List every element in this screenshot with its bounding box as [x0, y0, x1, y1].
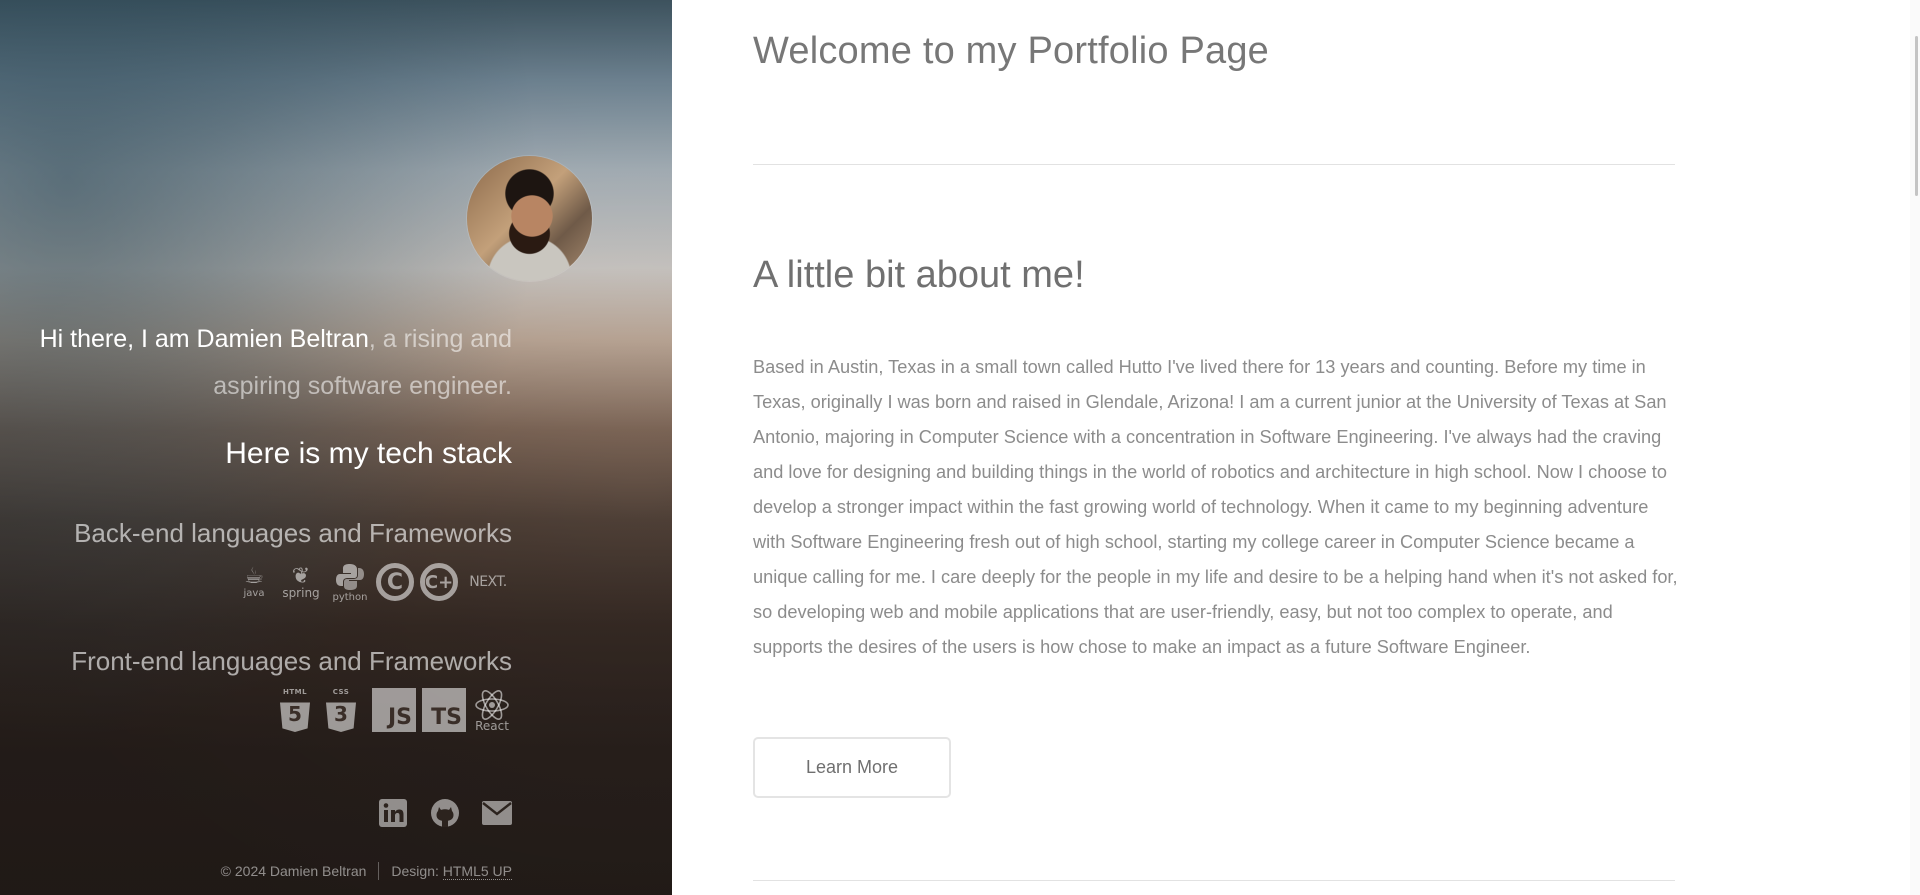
nextjs-icon: NEXT.: [464, 573, 512, 590]
main-content: Welcome to my Portfolio Page A little bi…: [672, 0, 1920, 895]
footer-divider: [378, 862, 380, 880]
css3-icon: CSS 3: [326, 688, 356, 732]
spring-icon: ❦ spring: [282, 563, 320, 600]
react-icon: React: [472, 689, 512, 732]
footer: © 2024 Damien Beltran Design: HTML5 UP: [221, 862, 512, 880]
backend-icon-row: ☕ java ❦ spring python C C+ NEXT.: [236, 560, 512, 604]
html5up-link[interactable]: HTML5 UP: [442, 863, 512, 880]
java-icon: ☕ java: [243, 563, 265, 599]
nextjs-caption: NEXT.: [469, 573, 507, 590]
sidebar-inner: Hi there, I am Damien Beltran, a rising …: [0, 0, 592, 895]
python-caption: python: [332, 591, 368, 603]
typescript-icon: TS: [422, 688, 466, 732]
backend-heading: Back-end languages and Frameworks: [74, 518, 512, 548]
react-logo-icon: [475, 689, 509, 720]
css3-label: CSS: [332, 688, 350, 696]
javascript-icon: JS: [372, 688, 416, 732]
about-paragraph: Based in Austin, Texas in a small town c…: [753, 357, 1678, 657]
divider: [753, 880, 1675, 881]
tech-stack-heading: Here is my tech stack: [225, 437, 512, 470]
learn-more-button[interactable]: Learn More: [753, 737, 951, 798]
sidebar: Hi there, I am Damien Beltran, a rising …: [0, 0, 672, 895]
social-links: [378, 798, 512, 828]
frontend-heading: Front-end languages and Frameworks: [71, 646, 512, 676]
avatar: [467, 156, 592, 281]
email-icon[interactable]: [482, 798, 512, 828]
c-icon: C: [376, 563, 414, 601]
html5-glyph: 5: [288, 702, 302, 726]
github-icon[interactable]: [430, 798, 460, 828]
python-icon: python: [330, 562, 370, 603]
javascript-glyph: JS: [387, 705, 412, 730]
frontend-icon-row: HTML 5 CSS 3 JS TS React: [280, 686, 512, 734]
spring-caption: spring: [282, 585, 320, 600]
cplusplus-glyph: C+: [424, 571, 454, 593]
cplusplus-icon: C+: [420, 563, 458, 601]
java-caption: java: [243, 587, 265, 599]
copyright-text: © 2024 Damien Beltran: [220, 863, 367, 879]
html5-label: HTML: [282, 688, 308, 696]
css3-glyph: 3: [334, 702, 348, 726]
intro-name: Hi there, I am Damien Beltran: [39, 325, 369, 353]
react-caption: React: [475, 718, 509, 733]
linkedin-icon[interactable]: [378, 798, 408, 828]
typescript-glyph: TS: [431, 705, 462, 730]
intro-text: Hi there, I am Damien Beltran, a rising …: [0, 316, 512, 410]
section-title: A little bit about me!: [753, 254, 1085, 296]
page-title: Welcome to my Portfolio Page: [753, 30, 1270, 72]
html5-icon: HTML 5: [280, 688, 310, 732]
scrollbar[interactable]: [1910, 0, 1920, 895]
scrollbar-thumb[interactable]: [1915, 36, 1918, 196]
c-glyph: C: [386, 569, 404, 595]
design-label: Design:: [391, 863, 439, 879]
python-logo-icon: [336, 563, 364, 590]
divider: [753, 164, 1675, 165]
